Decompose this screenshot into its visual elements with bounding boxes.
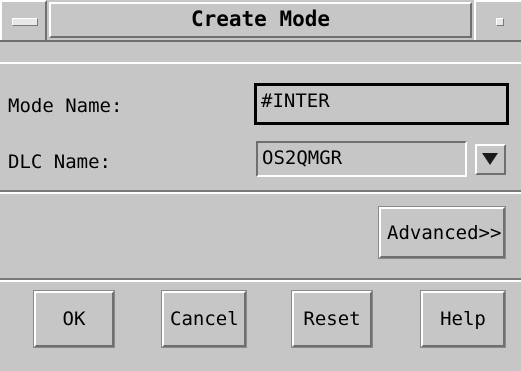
mode-name-label: Mode Name: xyxy=(8,95,123,117)
mode-name-field[interactable]: #INTER xyxy=(254,83,509,125)
dropdown-arrow-icon xyxy=(482,153,498,165)
advanced-button[interactable]: Advanced>> xyxy=(378,206,506,259)
reset-button[interactable]: Reset xyxy=(291,290,373,348)
action-panel: OK Cancel Reset Help xyxy=(0,280,521,371)
dlc-name-dropdown-button[interactable] xyxy=(475,144,506,175)
minimize-icon xyxy=(496,18,504,26)
cancel-button[interactable]: Cancel xyxy=(161,290,247,348)
fields-panel: Mode Name: #INTER DLC Name: OS2QMGR xyxy=(0,62,521,192)
advanced-panel: Advanced>> xyxy=(0,192,521,280)
dlc-name-label: DLC Name: xyxy=(8,151,111,173)
window-menu-icon xyxy=(12,18,38,26)
window-menu-button[interactable] xyxy=(0,0,47,40)
create-mode-dialog: Create Mode Mode Name: #INTER DLC Name: … xyxy=(0,0,521,371)
dlc-name-field[interactable]: OS2QMGR xyxy=(256,141,467,177)
window-title: Create Mode xyxy=(49,2,472,38)
title-bar: Create Mode xyxy=(0,0,521,42)
help-button[interactable]: Help xyxy=(420,290,506,348)
ok-button[interactable]: OK xyxy=(33,290,115,348)
minimize-button[interactable] xyxy=(474,0,521,40)
